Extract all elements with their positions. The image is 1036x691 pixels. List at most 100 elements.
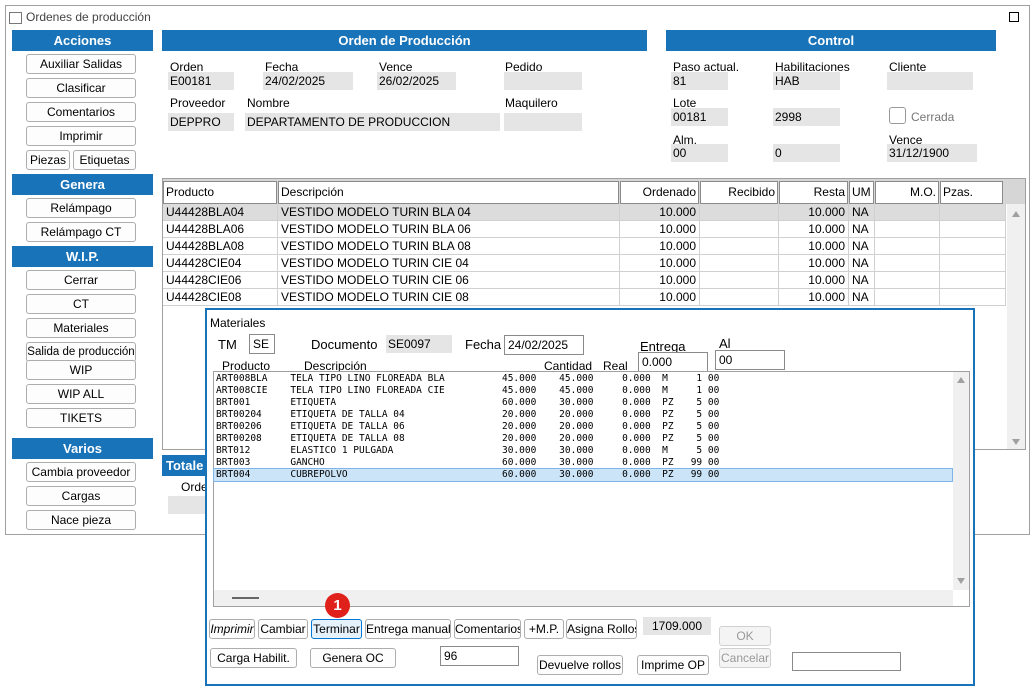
piezas-button[interactable]: Piezas — [26, 150, 70, 170]
scroll-down-icon[interactable] — [1012, 439, 1020, 445]
table-cell — [875, 221, 940, 238]
control-header: Control — [666, 30, 996, 51]
table-cell: U44428BLA08 — [163, 238, 278, 255]
terminar-button[interactable]: Terminar — [311, 619, 362, 639]
table-cell: NA — [849, 289, 875, 306]
table-cell — [940, 255, 1006, 272]
col-mo[interactable]: M.O. — [875, 181, 939, 204]
list-item[interactable]: BRT001 ETIQUETA 60.000 30.000 0.000 PZ 5… — [214, 397, 952, 409]
table-cell — [875, 238, 940, 255]
relampago-ct-button[interactable]: Relámpago CT — [26, 222, 136, 242]
table-cell: U44428BLA06 — [163, 221, 278, 238]
col-ordenado[interactable]: Ordenado — [620, 181, 699, 204]
documento-label: Documento — [311, 337, 378, 352]
cerrar-button[interactable]: Cerrar — [26, 270, 136, 290]
col-resta[interactable]: Resta — [779, 181, 848, 204]
maximize-icon[interactable] — [1009, 12, 1019, 22]
mat-comentarios-button[interactable]: Comentarios — [454, 619, 521, 639]
maquilero-label: Maquilero — [505, 96, 558, 110]
asigna-rollos-button[interactable]: Asigna Rollos — [566, 619, 637, 639]
wip-all-button[interactable]: WIP ALL — [26, 384, 136, 404]
cerrada-label: Cerrada — [911, 110, 955, 124]
col-pzas[interactable]: Pzas. — [940, 181, 1003, 204]
extra-input[interactable] — [792, 652, 901, 671]
list-item[interactable]: BRT004 CUBREPOLVO 60.000 30.000 0.000 PZ… — [213, 468, 953, 482]
imprimir-button[interactable]: Imprimir — [26, 126, 136, 146]
table-cell: 10.000 — [779, 272, 849, 289]
vence-value: 26/02/2025 — [377, 72, 456, 90]
table-cell: 10.000 — [779, 204, 849, 221]
list-item[interactable]: BRT003 GANCHO 60.000 30.000 0.000 PZ 99 … — [214, 457, 952, 469]
list-item[interactable]: BRT00204 ETIQUETA DE TALLA 04 20.000 20.… — [214, 409, 952, 421]
wip-button[interactable]: WIP — [26, 360, 136, 380]
materiales-vscroll[interactable] — [953, 372, 969, 590]
mat-fecha-label: Fecha — [465, 337, 502, 352]
etiquetas-button[interactable]: Etiquetas — [73, 150, 136, 170]
table-cell: VESTIDO MODELO TURIN CIE 06 — [278, 272, 620, 289]
materiales-button[interactable]: Materiales — [26, 318, 136, 338]
tikets-button[interactable]: TIKETS — [26, 408, 136, 428]
salida-produccion-button[interactable]: Salida de producción — [26, 342, 136, 362]
table-cell: 10.000 — [620, 272, 700, 289]
orden-produccion-header: Orden de Producción — [162, 30, 647, 51]
paso-actual-value: 81 — [671, 72, 728, 90]
materiales-title: Materiales — [210, 316, 266, 330]
mat-imprimir-button[interactable]: Imprimir — [209, 619, 255, 639]
col-descripcion[interactable]: Descripción — [278, 181, 619, 204]
table-cell — [875, 255, 940, 272]
pedido-value — [504, 72, 582, 90]
ok-button[interactable]: OK — [719, 626, 771, 646]
auxiliar-salidas-button[interactable]: Auxiliar Salidas — [26, 54, 136, 74]
entrega-manual-button[interactable]: Entrega manual — [365, 619, 451, 639]
list-item[interactable]: ART008BLA TELA TIPO LINO FLOREADA BLA 45… — [214, 373, 952, 385]
scroll-up-icon[interactable] — [1012, 211, 1020, 217]
number-input[interactable]: 96 — [440, 646, 519, 666]
lote-value-2: 2998 — [773, 108, 840, 126]
entrega-input[interactable]: 0.000 — [638, 352, 708, 372]
relampago-button[interactable]: Relámpago — [26, 198, 136, 218]
comentarios-button[interactable]: Comentarios — [26, 102, 136, 122]
col-recibido[interactable]: Recibido — [700, 181, 778, 204]
clasificar-button[interactable]: Clasificar — [26, 78, 136, 98]
imprime-op-button[interactable]: Imprime OP — [637, 655, 709, 675]
col-um[interactable]: UM — [849, 181, 874, 204]
cambiar-button[interactable]: Cambiar — [258, 619, 308, 639]
list-item[interactable]: ART008CIE TELA TIPO LINO FLOREADA CIE 45… — [214, 385, 952, 397]
table-cell — [940, 289, 1006, 306]
step-badge: 1 — [325, 593, 350, 618]
cliente-value — [887, 72, 973, 90]
products-scrollbar[interactable] — [1007, 204, 1025, 449]
cargas-button[interactable]: Cargas — [26, 486, 136, 506]
table-cell: VESTIDO MODELO TURIN CIE 08 — [278, 289, 620, 306]
mp-button[interactable]: +M.P. — [524, 619, 564, 639]
carga-habilit-button[interactable]: Carga Habilit. — [210, 648, 297, 668]
acciones-header: Acciones — [12, 30, 153, 51]
devuelve-rollos-button[interactable]: Devuelve rollos — [537, 655, 623, 675]
alm-value: 00 — [671, 144, 728, 162]
nombre-label: Nombre — [247, 96, 290, 110]
ct-button[interactable]: CT — [26, 294, 136, 314]
genera-oc-button[interactable]: Genera OC — [310, 648, 396, 668]
cancelar-button[interactable]: Cancelar — [719, 648, 771, 668]
table-cell — [700, 221, 779, 238]
hscroll-thumb[interactable] — [232, 597, 259, 599]
mat-scroll-up-icon[interactable] — [957, 377, 965, 383]
table-cell: 10.000 — [620, 204, 700, 221]
mat-fecha-input[interactable]: 24/02/2025 — [504, 335, 584, 355]
cerrada-checkbox[interactable] — [889, 107, 906, 124]
list-item[interactable]: BRT00206 ETIQUETA DE TALLA 06 20.000 20.… — [214, 421, 952, 433]
list-item[interactable]: BRT00208 ETIQUETA DE TALLA 08 20.000 20.… — [214, 433, 952, 445]
mat-scroll-down-icon[interactable] — [957, 578, 965, 584]
col-producto[interactable]: Producto — [163, 181, 277, 204]
orden-value: E00181 — [168, 72, 234, 90]
table-cell — [940, 204, 1006, 221]
al-input[interactable]: 00 — [715, 350, 785, 370]
table-cell: U44428CIE06 — [163, 272, 278, 289]
nace-pieza-button[interactable]: Nace pieza — [26, 510, 136, 530]
tm-input[interactable]: SE — [249, 334, 275, 354]
table-cell: NA — [849, 255, 875, 272]
cambia-proveedor-button[interactable]: Cambia proveedor — [26, 462, 136, 482]
list-item[interactable]: BRT012 ELASTICO 1 PULGADA 30.000 30.000 … — [214, 445, 952, 457]
table-cell: 10.000 — [779, 255, 849, 272]
maquilero-value — [504, 113, 582, 131]
